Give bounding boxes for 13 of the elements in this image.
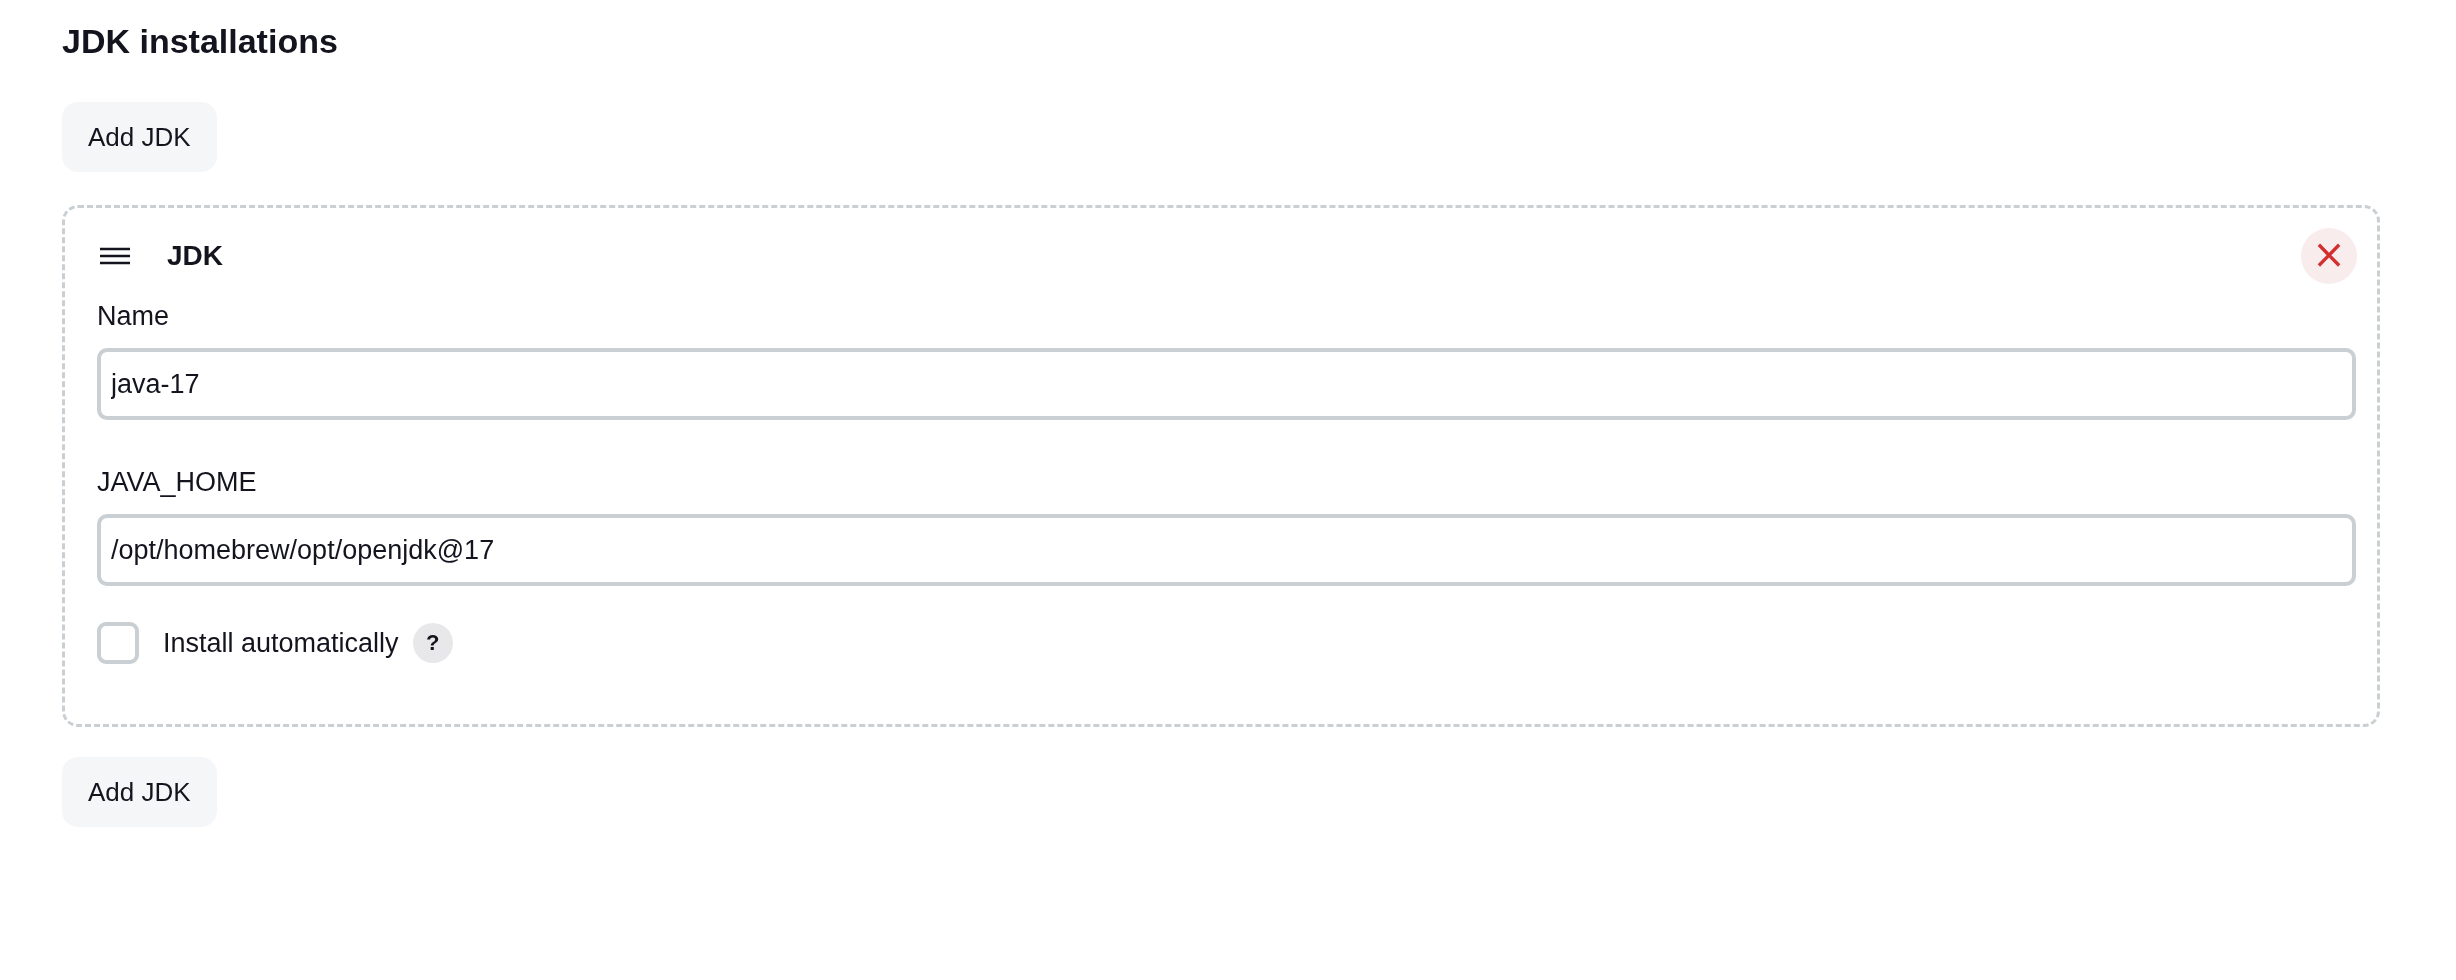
checkbox[interactable] [97, 622, 139, 664]
drag-handle-icon[interactable] [99, 247, 131, 265]
help-button[interactable]: ? [412, 623, 453, 663]
field-label: JAVA_HOME [97, 466, 258, 499]
text-field[interactable]: /opt/homebrew/opt/openjdk@17 [97, 514, 2356, 586]
add-jdk-button[interactable]: Add JDK [62, 757, 217, 827]
close-button[interactable]: × [2301, 228, 2357, 284]
field-label: Name [97, 300, 171, 333]
text-field[interactable]: java-17 [97, 348, 2356, 420]
card-title: JDK [167, 240, 224, 272]
section-heading: JDK installations [62, 21, 338, 62]
add-jdk-button[interactable]: Add JDK [62, 102, 217, 172]
checkbox-label: Install automatically [163, 627, 399, 659]
